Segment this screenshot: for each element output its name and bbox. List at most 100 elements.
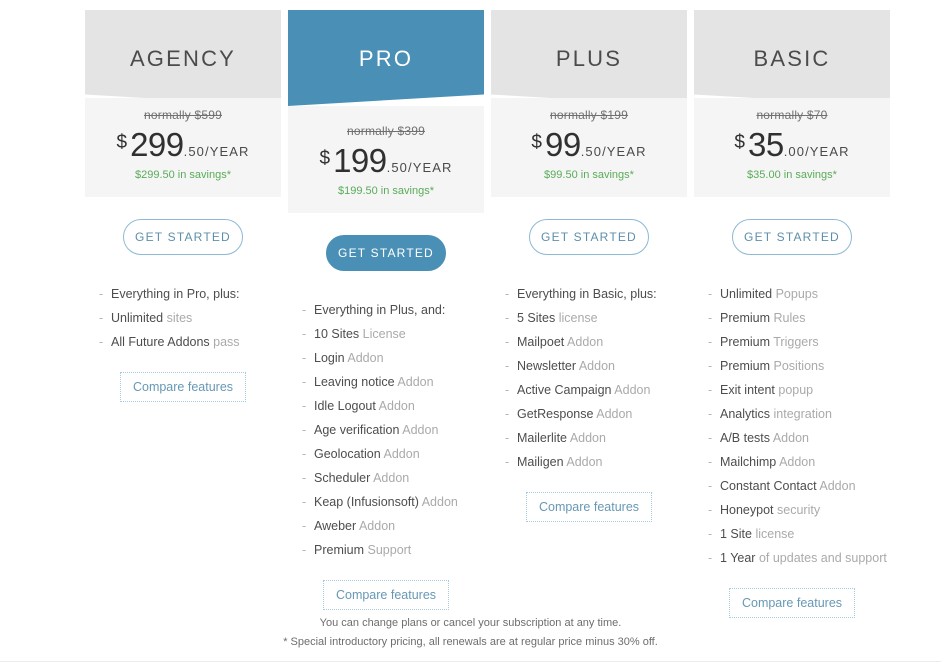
- feature-item: Premium Support: [302, 538, 484, 562]
- feature-main: Everything in Basic, plus:: [517, 287, 657, 301]
- price-line: $299.50/YEAR: [85, 128, 281, 162]
- feature-suffix: Addon: [566, 455, 603, 469]
- feature-main: Age verification: [314, 423, 400, 437]
- currency-symbol: $: [319, 148, 331, 169]
- feature-item: Leaving notice Addon: [302, 370, 484, 394]
- feature-item: Newsletter Addon: [505, 354, 687, 378]
- feature-item: Unlimited sites: [99, 306, 281, 330]
- feature-item: Age verification Addon: [302, 418, 484, 442]
- feature-main: Premium: [720, 335, 771, 349]
- price-period: .00/YEAR: [783, 144, 850, 159]
- feature-main: Honeypot: [720, 503, 774, 517]
- feature-suffix: Addon: [347, 351, 384, 365]
- get-started-button[interactable]: GET STARTED: [123, 219, 243, 255]
- feature-main: Scheduler: [314, 471, 371, 485]
- original-price: normally $399: [347, 124, 425, 138]
- footer-line-2: * Special introductory pricing, all rene…: [283, 636, 658, 648]
- original-price: normally $599: [144, 108, 222, 122]
- feature-item: Everything in Plus, and:: [302, 298, 484, 322]
- currency-symbol: $: [734, 132, 745, 153]
- feature-item: 10 Sites License: [302, 322, 484, 346]
- feature-item: Premium Rules: [708, 306, 890, 330]
- feature-suffix: Addon: [578, 359, 615, 373]
- feature-main: 5 Sites: [517, 311, 556, 325]
- feature-item: Unlimited Popups: [708, 282, 890, 306]
- compare-features-button[interactable]: Compare features: [322, 580, 450, 610]
- feature-main: Mailpoet: [517, 335, 565, 349]
- compare-features-button[interactable]: Compare features: [119, 372, 247, 402]
- feature-item: All Future Addons pass: [99, 330, 281, 354]
- feature-main: 10 Sites: [314, 327, 360, 341]
- get-started-button[interactable]: GET STARTED: [529, 219, 649, 255]
- compare-features-button[interactable]: Compare features: [525, 492, 653, 522]
- feature-main: Premium: [314, 543, 365, 557]
- pricing-table: AGENCY normally $599 $299.50/YEAR $299.50 i…: [0, 0, 941, 670]
- feature-suffix: pass: [213, 335, 240, 349]
- feature-item: Constant Contact Addon: [708, 474, 890, 498]
- plan-name: PRO: [358, 46, 414, 71]
- feature-item: Mailchimp Addon: [708, 450, 890, 474]
- card-header: PRO: [288, 10, 484, 106]
- feature-suffix: Addon: [779, 455, 816, 469]
- price-amount: 99: [544, 126, 581, 163]
- feature-item: Everything in Pro, plus:: [99, 282, 281, 306]
- feature-main: A/B tests: [720, 431, 771, 445]
- pricing-cards-row: AGENCY normally $599 $299.50/YEAR $299.50 i…: [0, 0, 941, 618]
- feature-suffix: security: [777, 503, 821, 517]
- feature-suffix: Popups: [775, 287, 818, 301]
- price-period: .50/YEAR: [386, 160, 453, 175]
- price-amount: 199: [333, 142, 387, 179]
- feature-item: Scheduler Addon: [302, 466, 484, 490]
- feature-main: Analytics: [720, 407, 771, 421]
- feature-main: Constant Contact: [720, 479, 817, 493]
- get-started-button[interactable]: GET STARTED: [732, 219, 852, 255]
- feature-main: Everything in Plus, and:: [314, 303, 446, 317]
- feature-main: 1 Year: [720, 551, 756, 565]
- feature-main: Premium: [720, 311, 771, 325]
- feature-item: Mailerlite Addon: [505, 426, 687, 450]
- price-block: normally $199 $99.50/YEAR $99.50 in saving…: [491, 98, 687, 197]
- price-block: normally $399 $199.50/YEAR $199.50 in savi…: [288, 106, 484, 213]
- feature-item: Geolocation Addon: [302, 442, 484, 466]
- feature-suffix: Addon: [596, 407, 633, 421]
- feature-suffix: Addon: [402, 423, 439, 437]
- feature-item: GetResponse Addon: [505, 402, 687, 426]
- feature-suffix: popup: [778, 383, 814, 397]
- feature-main: Mailerlite: [517, 431, 568, 445]
- pricing-card-pro: PRO normally $399 $199.50/YEAR $199.50 in s…: [288, 10, 484, 610]
- feature-suffix: Addon: [421, 495, 458, 509]
- price-amount: 35: [747, 126, 784, 163]
- feature-item: 1 Site license: [708, 522, 890, 546]
- feature-suffix: license: [755, 527, 795, 541]
- footer-line-1: You can change plans or cancel your subs…: [319, 617, 622, 629]
- feature-main: Unlimited: [111, 311, 164, 325]
- price-line: $99.50/YEAR: [491, 128, 687, 162]
- feature-suffix: sites: [166, 311, 193, 325]
- feature-suffix: Addon: [772, 431, 809, 445]
- feature-item: Mailigen Addon: [505, 450, 687, 474]
- feature-item: A/B tests Addon: [708, 426, 890, 450]
- feature-main: Aweber: [314, 519, 357, 533]
- price-block: normally $70 $35.00/YEAR $35.00 in savings…: [694, 98, 890, 197]
- feature-item: Keap (Infusionsoft) Addon: [302, 490, 484, 514]
- feature-item: Premium Triggers: [708, 330, 890, 354]
- feature-main: Active Campaign: [517, 383, 612, 397]
- feature-item: 5 Sites license: [505, 306, 687, 330]
- price-amount: 299: [130, 126, 184, 163]
- currency-symbol: $: [531, 132, 542, 153]
- pricing-card-basic: BASIC normally $70 $35.00/YEAR $35.00 in sa…: [694, 10, 890, 618]
- feature-main: Idle Logout: [314, 399, 376, 413]
- feature-main: Premium: [720, 359, 771, 373]
- feature-suffix: Support: [367, 543, 412, 557]
- feature-suffix: integration: [773, 407, 832, 421]
- feature-main: Keap (Infusionsoft): [314, 495, 419, 509]
- price-period: .50/YEAR: [580, 144, 647, 159]
- bottom-divider: [0, 661, 941, 662]
- pricing-card-agency: AGENCY normally $599 $299.50/YEAR $299.50 i…: [85, 10, 281, 402]
- feature-suffix: Addon: [569, 431, 606, 445]
- currency-symbol: $: [116, 132, 128, 153]
- feature-item: Login Addon: [302, 346, 484, 370]
- feature-item: Idle Logout Addon: [302, 394, 484, 418]
- get-started-button[interactable]: GET STARTED: [326, 235, 446, 271]
- card-header: PLUS: [491, 10, 687, 106]
